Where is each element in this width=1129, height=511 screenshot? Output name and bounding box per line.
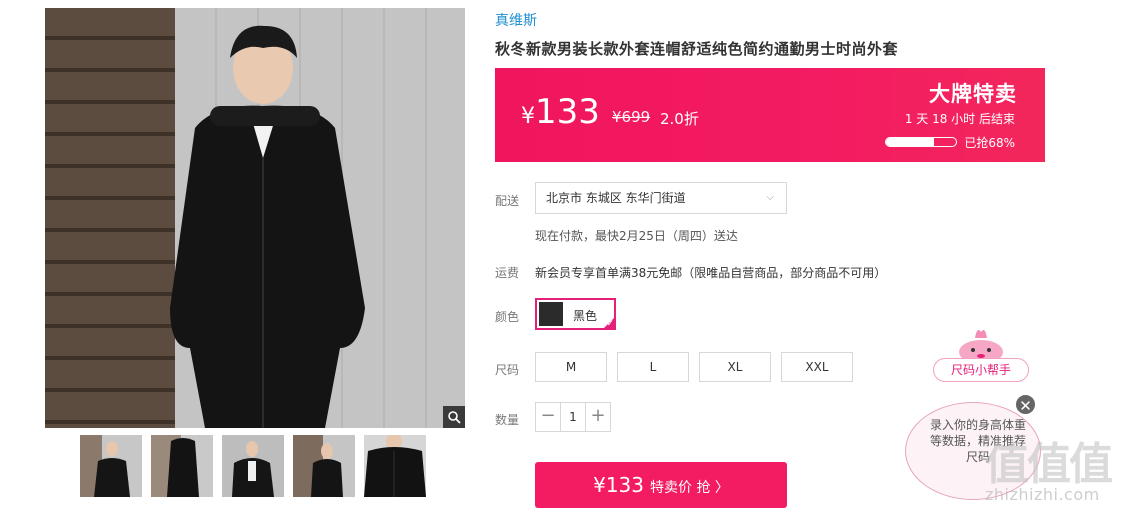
watermark-logo: 值值值 [985, 439, 1113, 490]
quantity-input[interactable]: 1 [560, 403, 586, 431]
thumbnail-1[interactable] [80, 435, 142, 497]
main-product-image[interactable] [45, 8, 465, 428]
delivery-location-select[interactable]: 北京市 东城区 东华门街道 ⌵ [535, 182, 787, 214]
thumbnail-2[interactable] [151, 435, 213, 497]
thumbnail-5[interactable] [364, 435, 426, 497]
close-icon[interactable]: ✕ [1014, 393, 1037, 416]
discount-label: 2.0折 [660, 110, 699, 128]
color-option-label: 黑色 [573, 309, 598, 323]
chevron-down-icon: ⌵ [766, 192, 774, 203]
sale-tag: 大牌特卖 [929, 82, 1017, 106]
thumbnail-4[interactable] [293, 435, 355, 497]
size-option-xl[interactable]: XL [699, 352, 771, 382]
buy-button-price: ¥133 [593, 473, 644, 497]
countdown-timer: 1 天 18 小时 后结束 [904, 112, 1015, 126]
quantity-increase-button[interactable]: + [586, 403, 610, 431]
price-banner: ¥133 ¥699 2.0折 大牌特卖 1 天 18 小时 后结束 已抢68% [495, 68, 1045, 162]
size-option-m[interactable]: M [535, 352, 607, 382]
size-option-xxl[interactable]: XXL [781, 352, 853, 382]
delivery-location-value: 北京市 东城区 东华门街道 [546, 191, 686, 205]
thumbnail-3[interactable] [222, 435, 284, 497]
watermark-text: zhizhizhi.com [985, 485, 1100, 504]
quantity-label: 数量 [495, 413, 520, 427]
size-option-l[interactable]: L [617, 352, 689, 382]
zoom-icon[interactable] [443, 406, 465, 428]
quantity-stepper: − 1 + [535, 402, 611, 432]
shipping-text: 新会员专享首单满38元免邮（限唯品自营商品，部分商品不可用） [535, 266, 887, 280]
product-title: 秋冬新款男装长款外套连帽舒适纯色简约通勤男士时尚外套 [495, 40, 899, 58]
delivery-eta: 现在付款，最快2月25日（周四）送达 [535, 229, 738, 243]
quantity-decrease-button[interactable]: − [536, 403, 560, 431]
buy-button[interactable]: ¥133 特卖价 抢 〉 [535, 462, 787, 508]
sold-progress-text: 已抢68% [964, 136, 1015, 150]
model-photo [170, 25, 365, 428]
sold-progress-bar [885, 137, 957, 147]
current-price: ¥133 [521, 92, 600, 132]
size-helper-tag[interactable]: 尺码小帮手 [933, 358, 1029, 382]
thumbnail-strip [80, 435, 426, 497]
brand-link[interactable]: 真维斯 [495, 10, 537, 30]
check-icon: ✓ [606, 319, 614, 329]
color-option-black[interactable]: 黑色 ✓ [535, 298, 616, 330]
color-label: 颜色 [495, 310, 520, 324]
sold-progress-fill [886, 138, 934, 146]
shipping-label: 运费 [495, 266, 520, 280]
color-swatch-image [539, 302, 563, 326]
buy-button-label: 特卖价 抢 〉 [650, 480, 729, 496]
size-label: 尺码 [495, 363, 520, 377]
original-price: ¥699 [612, 108, 651, 126]
delivery-label: 配送 [495, 194, 520, 208]
